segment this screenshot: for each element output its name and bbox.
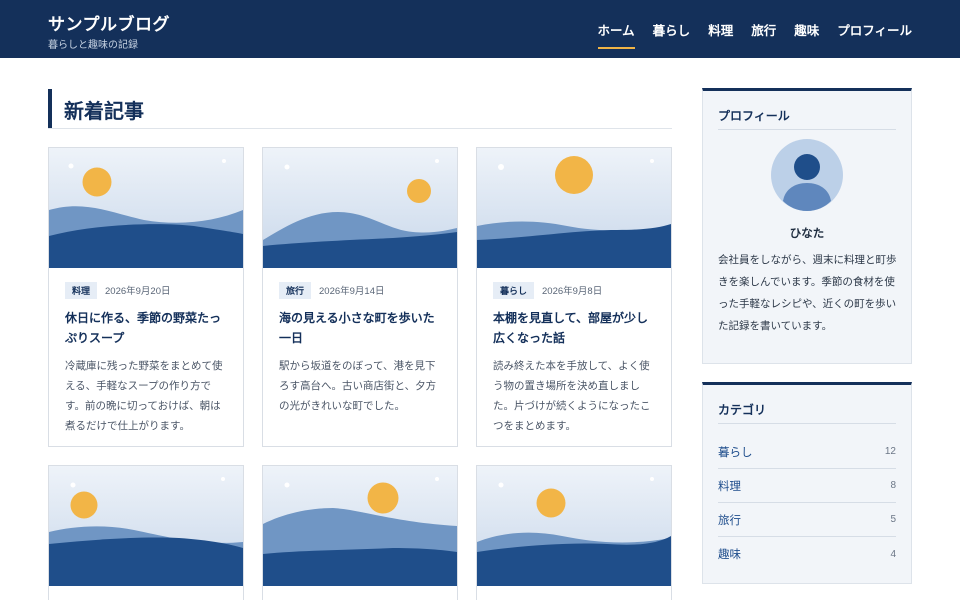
post-card[interactable] [48,465,244,600]
category-item-living[interactable]: 暮らし 12 [718,435,896,469]
category-count: 8 [890,480,896,491]
profile-bio: 会社員をしながら、週末に料理と町歩きを楽しんでいます。季節の食材を使った手軽なレ… [718,254,897,332]
category-label[interactable]: 旅行 [718,512,741,528]
post-card[interactable]: 旅行 2026年9月14日 海の見える小さな町を歩いた一日 駅から坂道をのぼって… [262,147,458,447]
post-card[interactable] [262,465,458,600]
category-label[interactable]: 料理 [718,478,741,494]
post-card[interactable]: 料理 2026年9月20日 休日に作る、季節の野菜たっぷりスープ 冷蔵庫に残った… [48,147,244,447]
category-count: 5 [890,514,896,525]
nav-cooking[interactable]: 料理 [708,20,733,49]
post-thumbnail-image[interactable] [49,148,243,268]
avatar-icon [771,139,843,211]
post-title[interactable]: 休日に作る、季節の野菜たっぷりスープ [65,308,229,348]
divider [718,129,896,130]
post-excerpt: 駅から坂道をのぼって、港を見下ろす高台へ。古い商店街と、夕方の光がきれいな町でし… [279,360,437,412]
site-title[interactable]: サンプルブログ [48,10,170,35]
post-title[interactable]: 海の見える小さな町を歩いた一日 [279,308,443,348]
post-thumbnail-image[interactable] [263,148,457,268]
post-card[interactable]: 暮らし 2026年9月8日 本棚を見直して、部屋が少し広くなった話 読み終えた本… [476,147,672,447]
post-excerpt: 冷蔵庫に残った野菜をまとめて使える、手軽なスープの作り方です。前の晩に切っておけ… [65,360,223,432]
category-count: 12 [884,446,896,457]
post-title[interactable]: 本棚を見直して、部屋が少し広くなった話 [493,308,657,348]
post-excerpt: 読み終えた本を手放して、よく使う物の置き場所を決め直しました。片づけが続くように… [493,360,651,432]
post-category-tag[interactable]: 暮らし [493,281,535,299]
category-item-cooking[interactable]: 料理 8 [718,469,896,503]
post-thumbnail-image[interactable] [49,466,243,586]
profile-name: ひなた [789,226,825,240]
post-date: 2026年9月14日 [319,286,385,297]
category-widget: カテゴリ 暮らし 12 料理 8 旅行 5 趣味 4 [702,382,912,584]
nav-home[interactable]: ホーム [597,20,635,49]
post-thumbnail-image[interactable] [477,466,671,586]
category-count: 4 [890,548,896,560]
heading-accent-bar [48,89,52,128]
post-thumbnail-image[interactable] [477,148,671,268]
category-label[interactable]: 趣味 [718,546,741,562]
site-tagline: 暮らしと趣味の記録 [48,40,138,51]
site-header: サンプルブログ 暮らしと趣味の記録 ホーム 暮らし 料理 旅行 趣味 プロフィー… [0,0,960,58]
nav-travel[interactable]: 旅行 [751,20,776,49]
post-card[interactable] [476,465,672,600]
post-date: 2026年9月8日 [542,286,603,297]
post-category-tag[interactable]: 料理 [65,281,98,299]
category-label[interactable]: 暮らし [718,444,753,460]
nav-hobby[interactable]: 趣味 [794,20,819,49]
nav-living[interactable]: 暮らし [653,20,691,49]
section-title: 新着記事 [64,99,144,123]
category-item-hobby[interactable]: 趣味 4 [718,537,896,571]
nav-profile[interactable]: プロフィール [837,20,912,49]
post-date: 2026年9月20日 [105,286,171,297]
section-heading: 新着記事 [48,89,672,129]
divider [718,423,896,424]
main-nav: ホーム 暮らし 料理 旅行 趣味 プロフィール [597,20,912,49]
post-thumbnail-image[interactable] [263,466,457,586]
category-item-travel[interactable]: 旅行 5 [718,503,896,537]
profile-widget: プロフィール ひなた 会社員をしながら、週末に料理と町歩きを楽しんでいます。季節… [702,88,912,364]
profile-widget-title: プロフィール [718,109,790,123]
post-category-tag[interactable]: 旅行 [279,281,312,299]
category-widget-title: カテゴリ [718,403,767,417]
